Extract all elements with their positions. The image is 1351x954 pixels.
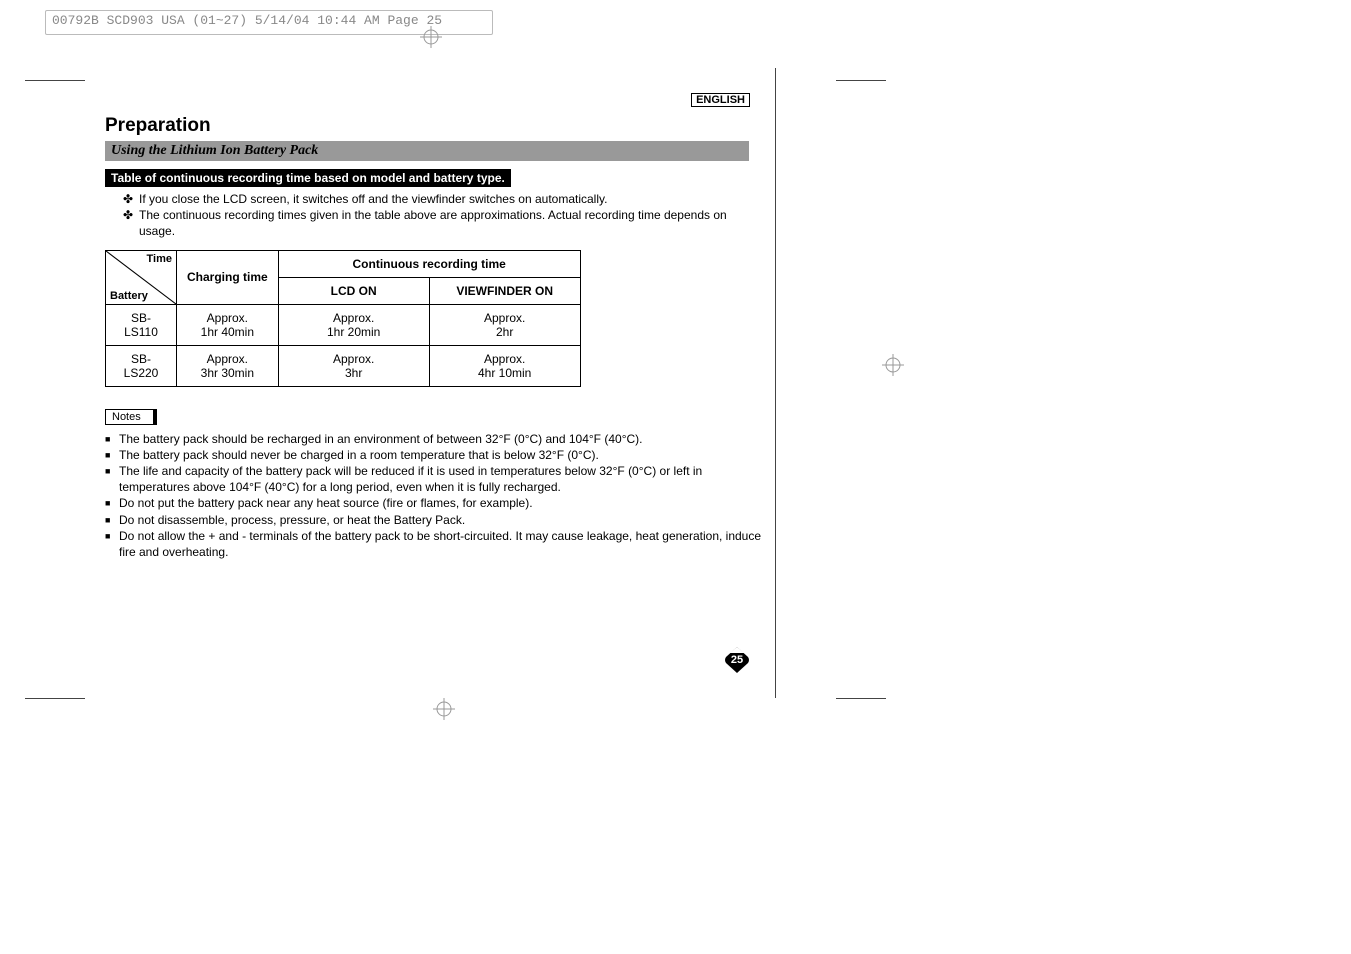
list-item: ■Do not allow the + and - terminals of t… xyxy=(105,528,765,560)
crop-mark xyxy=(836,80,886,81)
table-header-row: Time Battery Charging time Continuous re… xyxy=(106,250,581,277)
cell-vf: Approx. 4hr 10min xyxy=(429,345,580,386)
cell-lcd: Approx. 1hr 20min xyxy=(278,304,429,345)
header-charging: Charging time xyxy=(177,250,279,304)
crop-mark xyxy=(775,68,776,698)
table-diagonal-header: Time Battery xyxy=(106,250,177,304)
cell-vf: Approx. 2hr xyxy=(429,304,580,345)
bullet-text: If you close the LCD screen, it switches… xyxy=(139,191,607,207)
header-time: Time xyxy=(147,253,172,265)
bullet-text: The continuous recording times given in … xyxy=(139,207,765,239)
registration-mark-icon xyxy=(433,698,455,720)
page-title: Preparation xyxy=(105,115,765,137)
square-bullet-icon: ■ xyxy=(105,463,119,495)
notes-list: ■The battery pack should be recharged in… xyxy=(105,431,765,561)
square-bullet-icon: ■ xyxy=(105,512,119,528)
note-text: The battery pack should never be charged… xyxy=(119,447,599,463)
note-text: The life and capacity of the battery pac… xyxy=(119,463,765,495)
note-text: Do not disassemble, process, pressure, o… xyxy=(119,512,465,528)
cell-battery: SB-LS220 xyxy=(106,345,177,386)
list-item: ■The life and capacity of the battery pa… xyxy=(105,463,765,495)
cell-lcd: Approx. 3hr xyxy=(278,345,429,386)
bullet-icon: ✤ xyxy=(123,191,139,207)
page-number-badge: 25 xyxy=(724,647,750,673)
crop-mark xyxy=(836,698,886,699)
list-item: ■Do not put the battery pack near any he… xyxy=(105,495,765,511)
registration-mark-icon xyxy=(420,26,442,48)
header-viewfinder-on: VIEWFINDER ON xyxy=(429,277,580,304)
note-text: Do not allow the + and - terminals of th… xyxy=(119,528,765,560)
list-item: ■The battery pack should be recharged in… xyxy=(105,431,765,447)
page-content: ENGLISH Preparation Using the Lithium Io… xyxy=(105,95,765,560)
recording-time-table: Time Battery Charging time Continuous re… xyxy=(105,250,581,387)
cell-charging: Approx. 1hr 40min xyxy=(177,304,279,345)
intro-bullets: ✤If you close the LCD screen, it switche… xyxy=(123,191,765,240)
table-row: SB-LS220 Approx. 3hr 30min Approx. 3hr A… xyxy=(106,345,581,386)
page-number: 25 xyxy=(731,654,743,666)
header-lcd-on: LCD ON xyxy=(278,277,429,304)
crop-mark xyxy=(25,698,85,699)
square-bullet-icon: ■ xyxy=(105,528,119,560)
square-bullet-icon: ■ xyxy=(105,447,119,463)
square-bullet-icon: ■ xyxy=(105,495,119,511)
cell-battery: SB-LS110 xyxy=(106,304,177,345)
square-bullet-icon: ■ xyxy=(105,431,119,447)
list-item: ■The battery pack should never be charge… xyxy=(105,447,765,463)
crop-mark xyxy=(25,80,85,81)
notes-heading: Notes xyxy=(105,409,157,425)
language-badge: ENGLISH xyxy=(691,93,750,107)
registration-mark-icon xyxy=(882,354,904,376)
bullet-item: ✤If you close the LCD screen, it switche… xyxy=(123,191,765,207)
header-battery: Battery xyxy=(110,290,148,302)
note-text: The battery pack should be recharged in … xyxy=(119,431,642,447)
note-text: Do not put the battery pack near any hea… xyxy=(119,495,533,511)
header-continuous-group: Continuous recording time xyxy=(278,250,580,277)
list-item: ■Do not disassemble, process, pressure, … xyxy=(105,512,765,528)
table-row: SB-LS110 Approx. 1hr 40min Approx. 1hr 2… xyxy=(106,304,581,345)
bullet-item: ✤The continuous recording times given in… xyxy=(123,207,765,239)
table-caption: Table of continuous recording time based… xyxy=(105,169,511,187)
section-heading: Using the Lithium Ion Battery Pack xyxy=(105,141,749,161)
cell-charging: Approx. 3hr 30min xyxy=(177,345,279,386)
bullet-icon: ✤ xyxy=(123,207,139,239)
